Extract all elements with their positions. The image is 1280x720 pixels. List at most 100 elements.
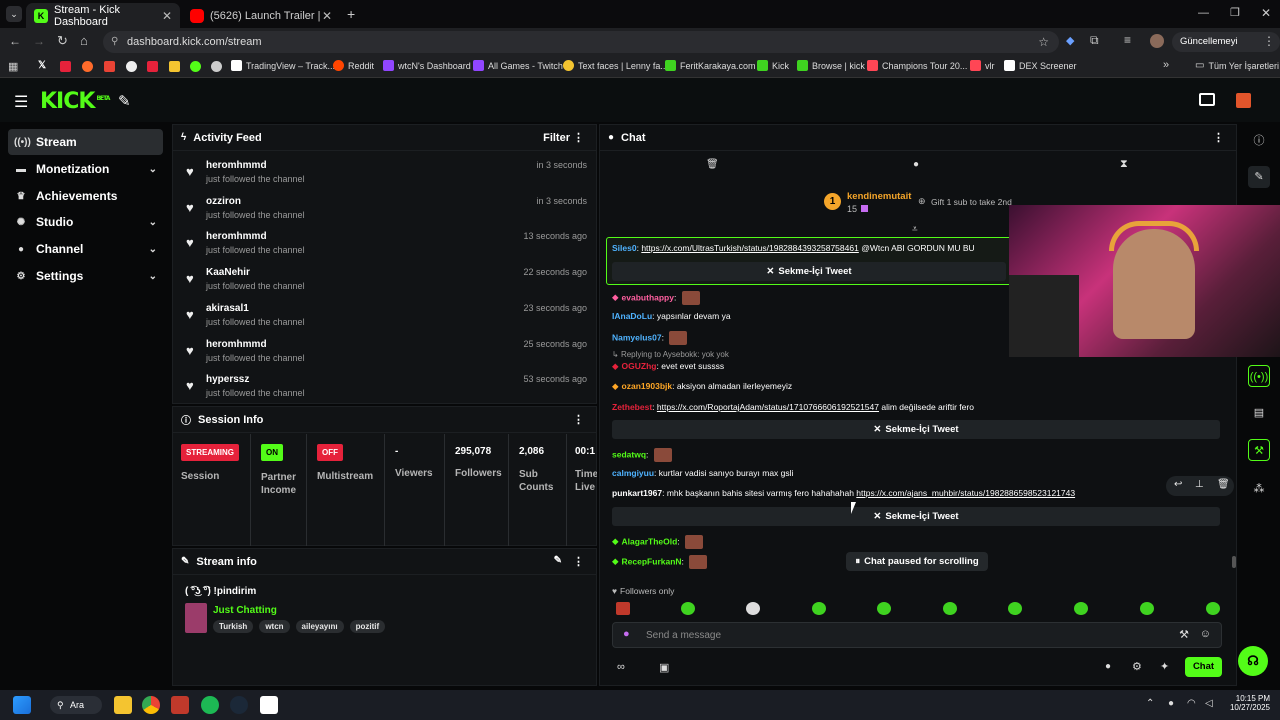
close-tab-icon[interactable]: ✕ bbox=[322, 9, 332, 23]
forward-icon[interactable]: → bbox=[33, 34, 45, 48]
reload-icon[interactable]: ↻ bbox=[57, 33, 68, 49]
kick-logo[interactable]: KICK BETA bbox=[40, 89, 110, 114]
gift-icon[interactable]: ✦ bbox=[1160, 660, 1169, 673]
tag[interactable]: Turkish bbox=[213, 620, 254, 633]
chat-message[interactable]: sedatwq: bbox=[612, 448, 672, 462]
system-clock[interactable]: 10:15 PM 10/27/2025 bbox=[1222, 694, 1270, 712]
chat-message[interactable]: ◆ ozan1903bjk: aksiyon almadan ilerleyeme… bbox=[612, 381, 792, 392]
send-chat-button[interactable]: Chat bbox=[1185, 657, 1222, 677]
quick-emote[interactable] bbox=[943, 602, 957, 615]
url-field[interactable]: ⚲ dashboard.kick.com/stream ☆ bbox=[103, 31, 1059, 53]
chat-username[interactable]: sedatwq bbox=[612, 449, 646, 459]
bookmark-all-games[interactable]: All Games - Twitch bbox=[473, 60, 563, 71]
print-icon[interactable]: ▤ bbox=[1248, 402, 1270, 424]
sidebar-item-monetization[interactable]: ▬ Monetization ⌄ bbox=[8, 156, 163, 182]
minimize-icon[interactable]: — bbox=[1198, 7, 1209, 19]
user-avatar[interactable] bbox=[1236, 93, 1251, 108]
maximize-icon[interactable]: ❐ bbox=[1230, 6, 1240, 19]
cluster-icon[interactable]: ⁂ bbox=[1248, 478, 1270, 500]
bookmark-tradingview[interactable]: TradingView – Track... bbox=[231, 60, 335, 71]
creator-tool-icon[interactable]: ✎ bbox=[118, 92, 131, 110]
more-options-icon[interactable]: ⋮ bbox=[573, 555, 584, 568]
chrome-icon[interactable] bbox=[142, 696, 160, 714]
hamburger-menu-icon[interactable]: ☰ bbox=[14, 92, 28, 112]
chat-username[interactable]: Namyelus07 bbox=[612, 332, 662, 342]
x-bookmark-icon[interactable]: 𝕏 bbox=[38, 60, 46, 71]
chat-message[interactable]: IAnaDoLu: yapsınlar devam ya bbox=[612, 311, 731, 321]
more-bookmarks-icon[interactable]: » bbox=[1163, 59, 1169, 71]
app-icon[interactable] bbox=[171, 696, 189, 714]
chat-username[interactable]: IAnaDoLu bbox=[612, 311, 652, 321]
taskbar-search[interactable]: ⚲ Ara bbox=[50, 696, 102, 714]
delete-icon[interactable]: 🗑 bbox=[1217, 479, 1230, 490]
shop-icon[interactable]: ▣ bbox=[659, 661, 669, 674]
settings-icon[interactable]: ⚙ bbox=[1132, 660, 1142, 673]
chat-username[interactable]: calmgiyuu bbox=[612, 468, 654, 478]
tag[interactable]: aileyayını bbox=[295, 620, 344, 633]
bookmark-icon[interactable] bbox=[126, 61, 137, 72]
chat-message[interactable]: Siles0: https://x.com/UltrasTurkish/stat… bbox=[612, 243, 975, 253]
activity-feed-item[interactable]: ♥ heromhmmd just followed the channel in 3 … bbox=[182, 158, 587, 192]
bookmark-browse-kick[interactable]: Browse | kick bbox=[797, 60, 865, 71]
tray-chevron-icon[interactable]: ⌃ bbox=[1146, 698, 1154, 709]
site-info-icon[interactable]: ⚲ bbox=[111, 31, 118, 53]
back-icon[interactable]: ← bbox=[9, 34, 21, 48]
chat-username[interactable]: Siles0 bbox=[612, 243, 637, 253]
extension-icon[interactable]: ◆ bbox=[1066, 34, 1074, 47]
all-bookmarks-folder[interactable]: ▭ Tüm Yer İşaretleri bbox=[1195, 60, 1279, 71]
top-gifter-name[interactable]: kendinemutait bbox=[847, 191, 911, 202]
chat-message[interactable]: calmgiyuu: kurtlar vadisi sanıyo burayı … bbox=[612, 468, 793, 478]
new-tab-button[interactable]: + bbox=[347, 6, 355, 22]
chat-message[interactable]: punkart1967: mhk başkanın bahis sitesi v… bbox=[612, 488, 1075, 498]
steam-icon[interactable] bbox=[230, 696, 248, 714]
bookmark-champions-tour[interactable]: Champions Tour 20... bbox=[867, 60, 967, 71]
activity-feed-item[interactable]: ♥ hyperssz just followed the channel 53 sec… bbox=[182, 372, 587, 406]
sidebar-item-stream[interactable]: ((•)) Stream bbox=[8, 129, 163, 155]
chat-bubble-icon[interactable]: ● bbox=[913, 159, 919, 170]
emoji-icon[interactable]: ☺ bbox=[1200, 628, 1211, 640]
trash-icon[interactable]: 🗑 bbox=[706, 159, 719, 170]
chat-scrollbar[interactable] bbox=[1232, 556, 1236, 568]
points-icon[interactable]: ∞ bbox=[617, 661, 625, 673]
obs-icon[interactable] bbox=[260, 696, 278, 714]
chat-username[interactable]: punkart1967 bbox=[612, 488, 662, 498]
quick-emote[interactable] bbox=[746, 602, 760, 615]
chat-message[interactable]: ◆ RecepFurkanN: bbox=[612, 555, 708, 569]
bookmark-icon[interactable] bbox=[169, 61, 180, 72]
more-options-icon[interactable]: ⋮ bbox=[573, 413, 584, 426]
youtube-bookmark-icon[interactable] bbox=[60, 61, 71, 72]
tweet-embed-button[interactable]: ✕ Sekme-İçi Tweet bbox=[612, 507, 1220, 526]
microphone-icon[interactable]: ● bbox=[623, 628, 630, 640]
chat-username[interactable]: ozan1903bjk bbox=[622, 381, 673, 391]
wrench-tool-icon[interactable]: ⚒ bbox=[1248, 439, 1270, 461]
expand-chevron-icon[interactable]: ⩡ bbox=[912, 224, 918, 235]
chat-username[interactable]: OGUZhg bbox=[622, 361, 657, 371]
chat-paused-indicator[interactable]: ⏸ Chat paused for scrolling bbox=[846, 552, 988, 571]
bookmark-star-icon[interactable]: ☆ bbox=[1038, 31, 1049, 53]
reply-icon[interactable]: ↩ bbox=[1174, 479, 1182, 490]
filter-button[interactable]: Filter bbox=[543, 132, 570, 144]
kick-studio-icon[interactable] bbox=[1199, 93, 1215, 106]
pin-icon[interactable]: ⊥ bbox=[1195, 479, 1204, 490]
chat-message[interactable]: Namyelus07: bbox=[612, 331, 688, 345]
quick-emote[interactable] bbox=[1206, 602, 1220, 615]
extensions-puzzle-icon[interactable]: ⧉ bbox=[1090, 33, 1099, 48]
file-explorer-icon[interactable] bbox=[114, 696, 132, 714]
chat-link[interactable]: https://x.com/RoportajAdam/status/171076… bbox=[657, 402, 879, 412]
bookmark-icon[interactable] bbox=[147, 61, 158, 72]
windows-start-icon[interactable] bbox=[13, 696, 31, 714]
bookmark-wtcn-dashboard[interactable]: wtcN's Dashboard bbox=[383, 60, 471, 71]
tweet-embed-button[interactable]: ✕ Sekme-İçi Tweet bbox=[612, 420, 1220, 439]
home-icon[interactable]: ⌂ bbox=[80, 33, 88, 48]
quick-emote[interactable] bbox=[1074, 602, 1088, 615]
bookmark-feritkarakaya[interactable]: FeritKarakaya.com bbox=[665, 60, 756, 71]
bookmark-vlr[interactable]: vlr bbox=[970, 60, 995, 71]
support-headset-icon[interactable]: ☊ bbox=[1238, 646, 1268, 676]
chat-message[interactable]: ◆ evabuthappy: bbox=[612, 291, 700, 305]
volume-icon[interactable]: ◁ bbox=[1205, 698, 1213, 709]
activity-feed-item[interactable]: ♥ ozziron just followed the channel in 3 se… bbox=[182, 194, 587, 228]
quick-emote[interactable] bbox=[1008, 602, 1022, 615]
tab-youtube[interactable]: (5626) Launch Trailer | ARC Raid ✕ bbox=[182, 3, 340, 28]
media-control-icon[interactable]: ≡ bbox=[1124, 33, 1131, 47]
chat-link[interactable]: https://x.com/UltrasTurkish/status/19828… bbox=[641, 243, 859, 253]
